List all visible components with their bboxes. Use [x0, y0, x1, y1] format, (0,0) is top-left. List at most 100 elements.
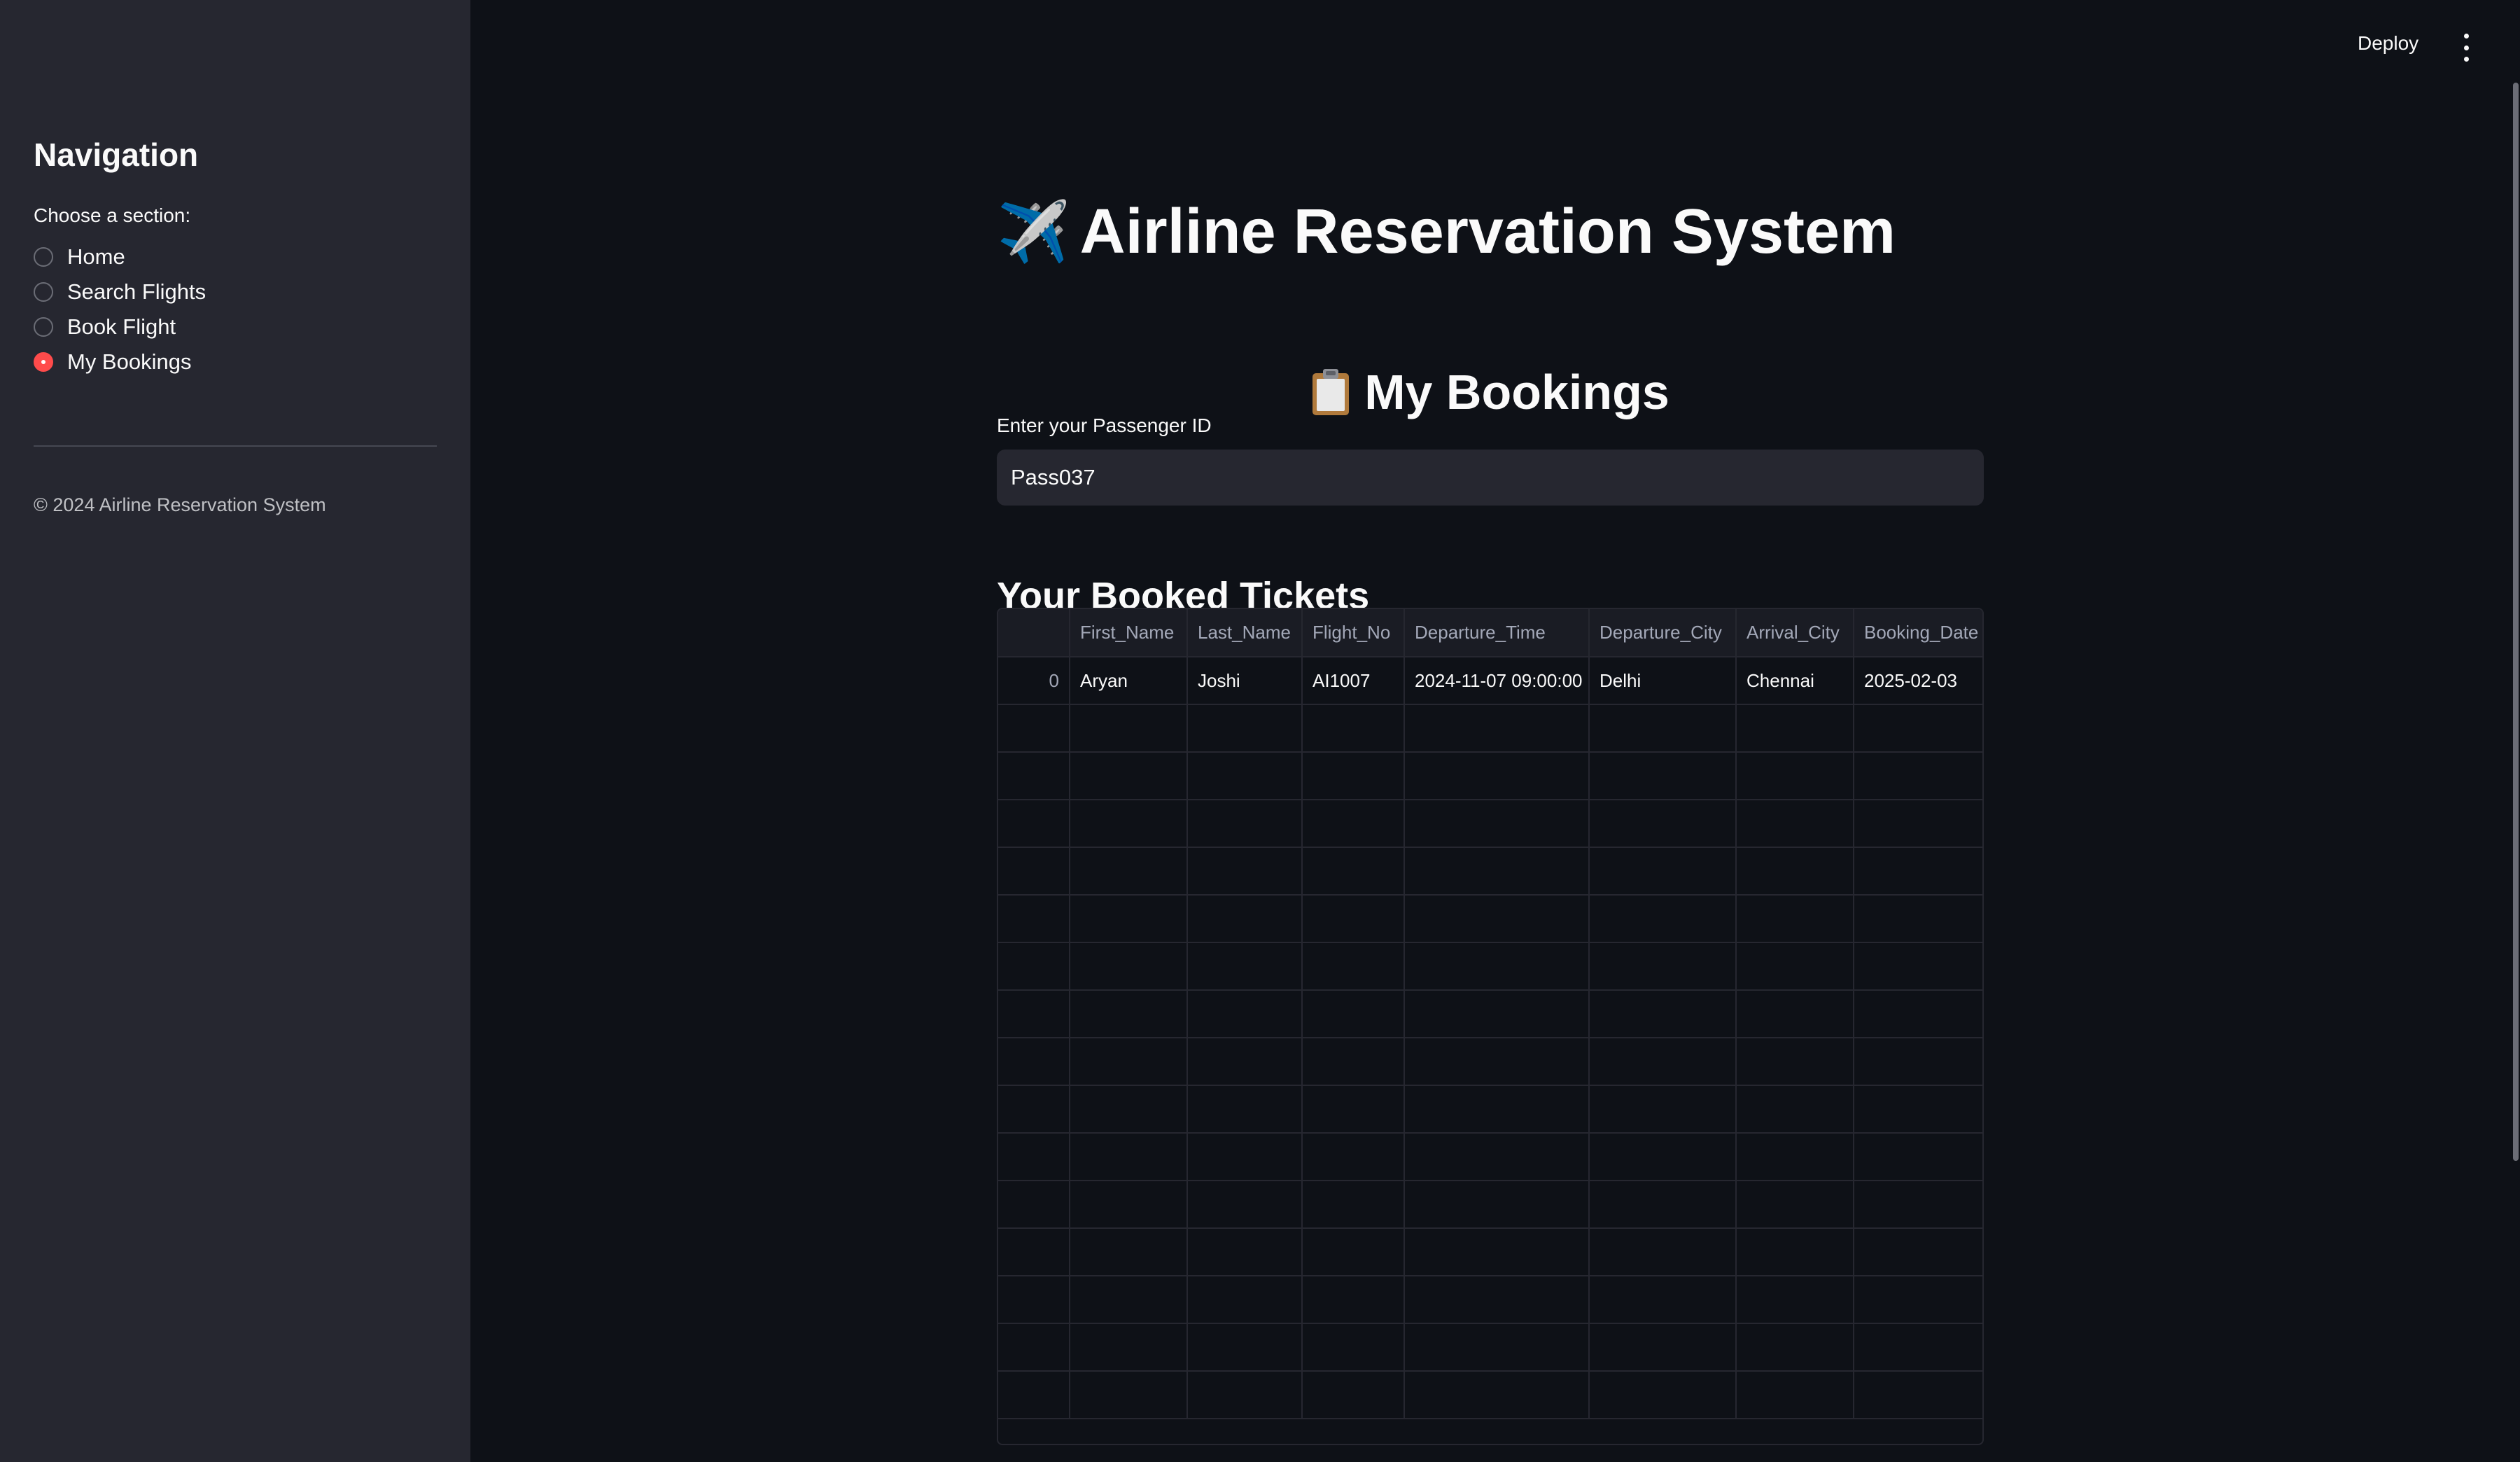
- empty-table-cell: [1302, 1133, 1405, 1181]
- empty-table-cell: [1736, 1085, 1854, 1134]
- empty-table-cell: [1854, 1371, 1982, 1419]
- empty-table-cell: [998, 1085, 1070, 1134]
- column-header-departure-time[interactable]: Departure_Time: [1404, 609, 1590, 657]
- empty-table-cell: [1404, 895, 1590, 943]
- empty-table-cell: [1589, 704, 1737, 753]
- empty-table-cell: [1187, 895, 1303, 943]
- empty-table-cell: [1736, 895, 1854, 943]
- empty-table-cell: [1589, 895, 1737, 943]
- empty-table-cell: [1070, 1085, 1188, 1134]
- table-cell[interactable]: AI1007: [1302, 657, 1405, 705]
- empty-table-cell: [1736, 1228, 1854, 1276]
- table-cell[interactable]: 2025-02-03: [1854, 657, 1982, 705]
- passenger-id-label: Enter your Passenger ID: [997, 415, 1212, 436]
- radio-option-my-bookings[interactable]: My Bookings: [34, 344, 206, 380]
- radio-button[interactable]: [34, 247, 53, 267]
- sidebar-title: Navigation: [34, 137, 199, 173]
- empty-table-cell: [1070, 1228, 1188, 1276]
- empty-table-cell: [1736, 942, 1854, 991]
- empty-table-cell: [1589, 1276, 1737, 1324]
- sidebar-divider: [34, 445, 437, 447]
- empty-table-cell: [1589, 990, 1737, 1038]
- table-cell-index[interactable]: 0: [998, 657, 1070, 705]
- passenger-id-input[interactable]: [997, 450, 1984, 506]
- app-root: Navigation Choose a section: Home Search…: [0, 0, 2520, 1462]
- column-header-departure-city[interactable]: Departure_City: [1589, 609, 1737, 657]
- empty-table-cell: [1070, 752, 1188, 800]
- empty-table-cell: [1302, 800, 1405, 848]
- column-header-last-name[interactable]: Last_Name: [1187, 609, 1303, 657]
- empty-table-cell: [1070, 1038, 1188, 1086]
- empty-table-cell: [1736, 704, 1854, 753]
- kebab-menu-icon[interactable]: [2461, 34, 2471, 62]
- empty-table-cell: [1404, 942, 1590, 991]
- empty-table-cell: [1404, 1133, 1590, 1181]
- empty-table-cell: [998, 1181, 1070, 1229]
- empty-table-cell: [1854, 990, 1982, 1038]
- empty-table-row: [998, 704, 1982, 753]
- deploy-button[interactable]: Deploy: [2358, 32, 2418, 55]
- empty-table-cell: [1070, 1181, 1188, 1229]
- table-header-row: First_Name Last_Name Flight_No Departure…: [998, 609, 1982, 657]
- empty-table-cell: [1070, 895, 1188, 943]
- empty-table-row: [998, 1371, 1982, 1419]
- empty-table-row: [998, 1133, 1982, 1181]
- column-header-booking-date[interactable]: Booking_Date: [1854, 609, 1982, 657]
- empty-table-cell: [1187, 752, 1303, 800]
- empty-table-cell: [1854, 1228, 1982, 1276]
- table-row[interactable]: 0 Aryan Joshi AI1007 2024-11-07 09:00:00…: [998, 657, 1982, 705]
- empty-table-cell: [1302, 1085, 1405, 1134]
- radio-button[interactable]: [34, 317, 53, 337]
- empty-table-cell: [1187, 1323, 1303, 1372]
- column-header-arrival-city[interactable]: Arrival_City: [1736, 609, 1854, 657]
- section-radio-group: Home Search Flights Book Flight My Booki…: [34, 239, 206, 380]
- empty-table-cell: [1854, 1323, 1982, 1372]
- table-cell[interactable]: Chennai: [1736, 657, 1854, 705]
- empty-table-cell: [1736, 752, 1854, 800]
- empty-table-cell: [998, 847, 1070, 896]
- empty-table-cell: [998, 704, 1070, 753]
- empty-table-cell: [1589, 752, 1737, 800]
- scrollbar[interactable]: [2513, 83, 2519, 1161]
- empty-table-cell: [1187, 1038, 1303, 1086]
- radio-option-book-flight[interactable]: Book Flight: [34, 309, 206, 344]
- empty-table-cell: [998, 1323, 1070, 1372]
- empty-table-cell: [1854, 1085, 1982, 1134]
- table-cell[interactable]: Aryan: [1070, 657, 1188, 705]
- radio-button[interactable]: [34, 282, 53, 302]
- empty-table-cell: [1854, 942, 1982, 991]
- empty-table-cell: [998, 942, 1070, 991]
- radio-label: My Bookings: [67, 349, 192, 374]
- empty-table-cell: [1187, 1181, 1303, 1229]
- empty-table-cell: [1302, 1228, 1405, 1276]
- empty-table-cell: [1404, 847, 1590, 896]
- empty-table-cell: [1404, 752, 1590, 800]
- empty-table-cell: [1070, 1133, 1188, 1181]
- empty-table-cell: [1589, 847, 1737, 896]
- bookings-table[interactable]: First_Name Last_Name Flight_No Departure…: [997, 608, 1984, 1445]
- radio-option-home[interactable]: Home: [34, 239, 206, 274]
- empty-table-cell: [998, 1276, 1070, 1324]
- empty-table-cell: [1736, 1276, 1854, 1324]
- empty-table-cell: [1302, 895, 1405, 943]
- empty-table-cell: [1302, 1323, 1405, 1372]
- empty-table-cell: [1404, 1181, 1590, 1229]
- empty-table-cell: [1404, 1038, 1590, 1086]
- empty-table-cell: [1302, 1276, 1405, 1324]
- empty-table-cell: [1187, 1371, 1303, 1419]
- empty-table-cell: [1070, 1323, 1188, 1372]
- clipboard-icon: [1311, 368, 1350, 417]
- radio-option-search-flights[interactable]: Search Flights: [34, 274, 206, 309]
- empty-table-cell: [1736, 990, 1854, 1038]
- radio-label: Search Flights: [67, 279, 206, 304]
- table-cell[interactable]: 2024-11-07 09:00:00: [1404, 657, 1590, 705]
- table-cell[interactable]: Delhi: [1589, 657, 1737, 705]
- table-cell[interactable]: Joshi: [1187, 657, 1303, 705]
- radio-button-selected[interactable]: [34, 352, 53, 372]
- column-header-index[interactable]: [998, 609, 1070, 657]
- column-header-flight-no[interactable]: Flight_No: [1302, 609, 1405, 657]
- empty-table-cell: [1736, 800, 1854, 848]
- empty-table-row: [998, 1038, 1982, 1086]
- empty-table-row: [998, 752, 1982, 800]
- column-header-first-name[interactable]: First_Name: [1070, 609, 1188, 657]
